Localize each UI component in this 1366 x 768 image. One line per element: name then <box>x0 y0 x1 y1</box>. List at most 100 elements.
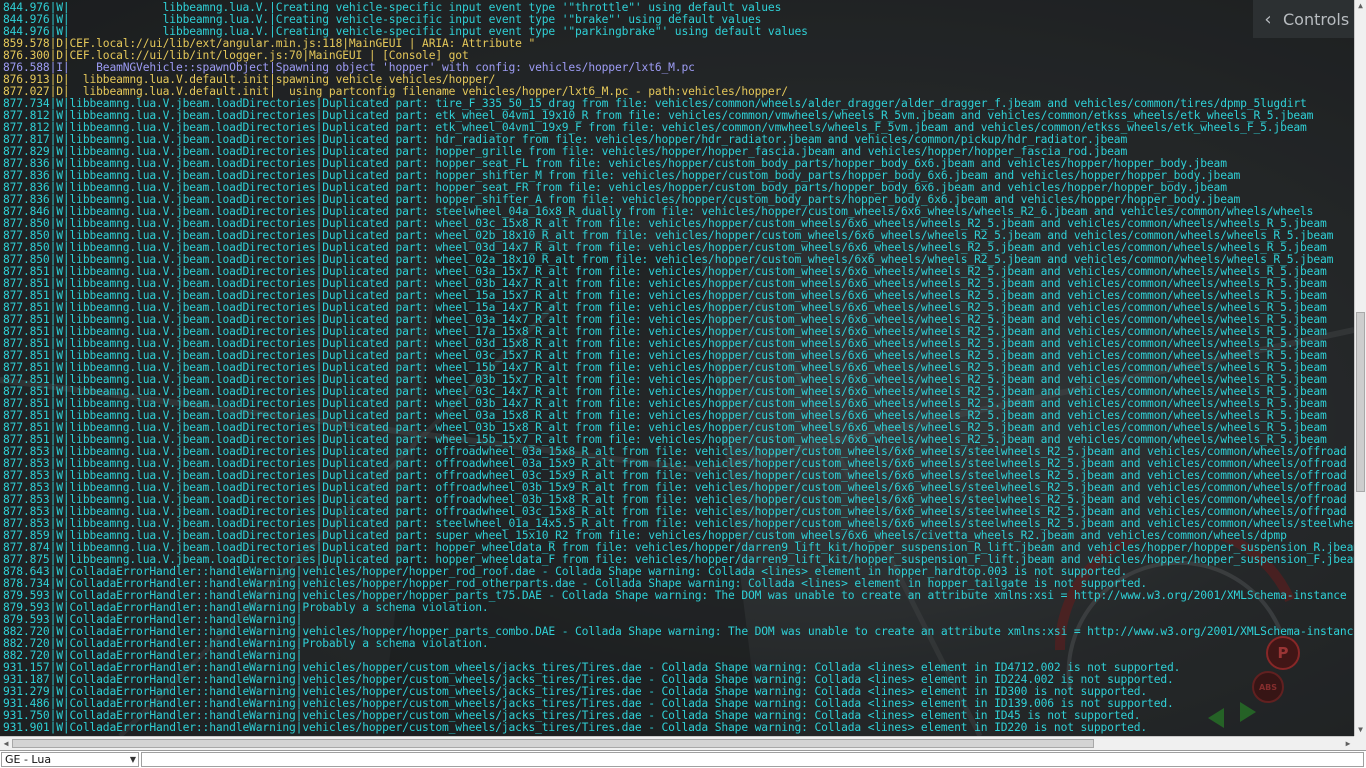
log-timestamp: 877.851 <box>3 278 50 290</box>
log-timestamp: 931.279 <box>3 686 50 698</box>
scroll-right-icon[interactable]: ▶ <box>1342 737 1354 750</box>
log-level: W <box>56 566 63 578</box>
log-message: ColladaErrorHandler::handleWarning| <box>69 614 303 626</box>
log-line: 877.851|W|libbeamng.lua.V.jbeam.loadDire… <box>3 434 1327 446</box>
scroll-up-icon[interactable]: ▲ <box>1355 0 1366 12</box>
log-level: W <box>56 410 63 422</box>
log-message: ColladaErrorHandler::handleWarning|vehic… <box>69 566 1128 578</box>
log-timestamp: 877.853 <box>3 446 50 458</box>
log-line: 877.812|W|libbeamng.lua.V.jbeam.loadDire… <box>3 110 1314 122</box>
vertical-scrollbar[interactable]: ▲ ▼ <box>1354 0 1366 736</box>
log-message: libbeamng.lua.V.jbeam.loadDirectories|Du… <box>69 206 1314 218</box>
log-timestamp: 931.750 <box>3 710 50 722</box>
log-message: libbeamng.lua.V.default.init|spawning ve… <box>69 74 496 86</box>
log-line: 877.027|D| libbeamng.lua.V.default.init|… <box>3 86 788 98</box>
log-message: ColladaErrorHandler::handleWarning|vehic… <box>69 722 1148 734</box>
controls-panel-toggle[interactable]: ‹ Controls <box>1253 0 1366 38</box>
log-message: libbeamng.lua.V.jbeam.loadDirectories|Du… <box>69 374 1327 386</box>
log-message: libbeamng.lua.V.jbeam.loadDirectories|Du… <box>69 554 1354 566</box>
log-level: D <box>56 86 63 98</box>
log-timestamp: 877.850 <box>3 254 50 266</box>
log-message: ColladaErrorHandler::handleWarning|vehic… <box>69 686 1148 698</box>
log-line: 877.851|W|libbeamng.lua.V.jbeam.loadDire… <box>3 350 1327 362</box>
log-message: libbeamng.lua.V.jbeam.loadDirectories|Du… <box>69 110 1314 122</box>
log-timestamp: 876.588 <box>3 62 50 74</box>
log-message: ColladaErrorHandler::handleWarning| <box>69 650 303 662</box>
log-timestamp: 931.157 <box>3 662 50 674</box>
log-timestamp: 876.300 <box>3 50 50 62</box>
log-level: W <box>56 362 63 374</box>
log-message: libbeamng.lua.V.|Creating vehicle-specif… <box>69 2 782 14</box>
log-line: 931.901|W|ColladaErrorHandler::handleWar… <box>3 722 1148 734</box>
log-timestamp: 877.851 <box>3 350 50 362</box>
log-line: 882.720|W|ColladaErrorHandler::handleWar… <box>3 626 1354 638</box>
log-level: W <box>56 2 63 14</box>
log-timestamp: 877.846 <box>3 206 50 218</box>
log-level: W <box>56 554 63 566</box>
log-line: 877.853|W|libbeamng.lua.V.jbeam.loadDire… <box>3 494 1347 506</box>
log-line: 877.851|W|libbeamng.lua.V.jbeam.loadDire… <box>3 266 1327 278</box>
log-timestamp: 882.720 <box>3 638 50 650</box>
log-message: libbeamng.lua.V.jbeam.loadDirectories|Du… <box>69 494 1347 506</box>
log-timestamp: 877.851 <box>3 338 50 350</box>
horizontal-scroll-thumb[interactable] <box>12 739 1094 748</box>
log-message: libbeamng.lua.V.jbeam.loadDirectories|Du… <box>69 290 1327 302</box>
log-line: 877.851|W|libbeamng.lua.V.jbeam.loadDire… <box>3 338 1327 350</box>
log-level: W <box>56 422 63 434</box>
console-log[interactable]: 844.976|W| libbeamng.lua.V.|Creating veh… <box>0 0 1354 736</box>
scroll-down-icon[interactable]: ▼ <box>1355 724 1366 736</box>
log-level: W <box>56 650 63 662</box>
log-message: libbeamng.lua.V.jbeam.loadDirectories|Du… <box>69 434 1327 446</box>
log-level: W <box>56 482 63 494</box>
log-level: W <box>56 266 63 278</box>
log-timestamp: 882.720 <box>3 626 50 638</box>
command-input[interactable] <box>141 752 1364 767</box>
scroll-left-icon[interactable]: ◀ <box>0 737 12 750</box>
log-level: W <box>56 506 63 518</box>
log-line: 931.157|W|ColladaErrorHandler::handleWar… <box>3 662 1181 674</box>
log-message: libbeamng.lua.V.jbeam.loadDirectories|Du… <box>69 398 1327 410</box>
log-message: ColladaErrorHandler::handleWarning|vehic… <box>69 662 1181 674</box>
log-message: CEF.local://ui/lib/int/logger.js:70|Main… <box>69 50 469 62</box>
log-message: libbeamng.lua.V.jbeam.loadDirectories|Du… <box>69 122 1307 134</box>
log-timestamp: 877.851 <box>3 314 50 326</box>
log-timestamp: 877.851 <box>3 422 50 434</box>
log-message: libbeamng.lua.V.jbeam.loadDirectories|Du… <box>69 98 1307 110</box>
log-timestamp: 877.851 <box>3 410 50 422</box>
log-timestamp: 879.593 <box>3 590 50 602</box>
log-timestamp: 844.976 <box>3 14 50 26</box>
log-timestamp: 877.853 <box>3 470 50 482</box>
context-select[interactable]: GE - Lua ▼ <box>1 752 139 767</box>
log-timestamp: 882.720 <box>3 650 50 662</box>
log-message: libbeamng.lua.V.jbeam.loadDirectories|Du… <box>69 242 1327 254</box>
vertical-scroll-thumb[interactable] <box>1356 312 1365 492</box>
command-bar: GE - Lua ▼ <box>0 750 1366 768</box>
log-level: W <box>56 638 63 650</box>
log-line: 877.851|W|libbeamng.lua.V.jbeam.loadDire… <box>3 374 1327 386</box>
log-line: 931.279|W|ColladaErrorHandler::handleWar… <box>3 686 1148 698</box>
log-line: 844.976|W| libbeamng.lua.V.|Creating veh… <box>3 26 808 38</box>
log-level: W <box>56 710 63 722</box>
log-level: W <box>56 530 63 542</box>
log-timestamp: 931.901 <box>3 722 50 734</box>
log-line: 879.593|W|ColladaErrorHandler::handleWar… <box>3 614 303 626</box>
log-line: 877.851|W|libbeamng.lua.V.jbeam.loadDire… <box>3 398 1327 410</box>
log-line: 877.851|W|libbeamng.lua.V.jbeam.loadDire… <box>3 302 1327 314</box>
scrollbar-corner <box>1354 736 1366 750</box>
log-line: 877.851|W|libbeamng.lua.V.jbeam.loadDire… <box>3 386 1327 398</box>
log-message: libbeamng.lua.V.jbeam.loadDirectories|Du… <box>69 266 1327 278</box>
log-message: libbeamng.lua.V.jbeam.loadDirectories|Du… <box>69 314 1327 326</box>
chevron-down-icon: ▼ <box>129 755 136 764</box>
log-level: D <box>56 38 63 50</box>
log-timestamp: 844.976 <box>3 2 50 14</box>
log-timestamp: 877.734 <box>3 98 50 110</box>
horizontal-scrollbar[interactable]: ◀ ▶ <box>0 736 1354 750</box>
log-message: libbeamng.lua.V.jbeam.loadDirectories|Du… <box>69 386 1327 398</box>
log-message: libbeamng.lua.V.|Creating vehicle-specif… <box>69 26 808 38</box>
log-level: W <box>56 122 63 134</box>
log-level: W <box>56 338 63 350</box>
log-level: W <box>56 518 63 530</box>
log-timestamp: 931.187 <box>3 674 50 686</box>
log-level: W <box>56 674 63 686</box>
log-timestamp: 876.913 <box>3 74 50 86</box>
